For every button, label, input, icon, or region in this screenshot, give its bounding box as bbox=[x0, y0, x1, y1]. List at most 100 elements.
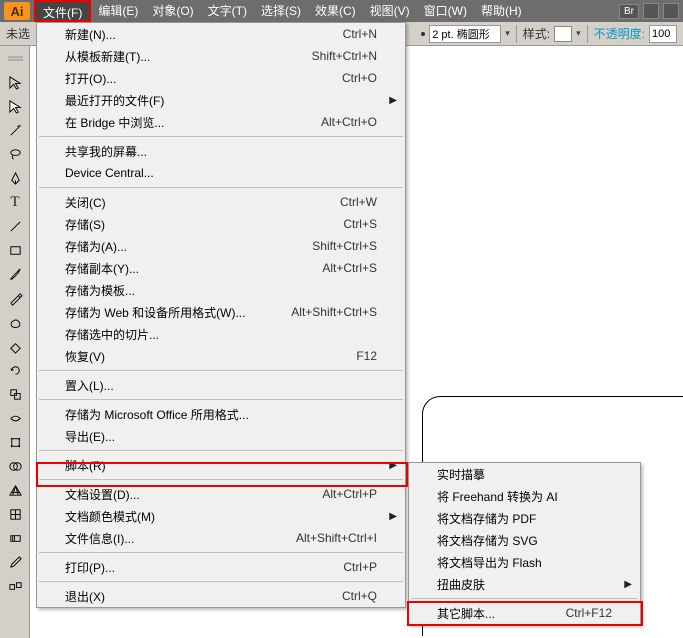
gradient-tool-icon[interactable] bbox=[0, 526, 30, 550]
menu-type[interactable]: 文字(T) bbox=[201, 0, 254, 22]
menu-window[interactable]: 窗口(W) bbox=[417, 0, 474, 22]
stroke-value-input[interactable] bbox=[429, 25, 501, 43]
file_menu-item[interactable]: 文档颜色模式(M)▶ bbox=[37, 505, 405, 527]
menu-item-shortcut: F12 bbox=[356, 349, 377, 363]
file_menu-item[interactable]: 共享我的屏幕... bbox=[37, 140, 405, 162]
menu-separator bbox=[39, 187, 403, 188]
submenu-arrow-icon: ▶ bbox=[389, 95, 397, 106]
file_menu-item[interactable]: 导出(E)... bbox=[37, 425, 405, 447]
menubar: Ai 文件(F) 编辑(E) 对象(O) 文字(T) 选择(S) 效果(C) 视… bbox=[0, 0, 683, 22]
menu-item-label: 存储为(A)... bbox=[65, 238, 312, 255]
blend-tool-icon[interactable] bbox=[0, 574, 30, 598]
file_menu-item[interactable]: 存储为模板... bbox=[37, 279, 405, 301]
file_menu-item[interactable]: 存储为 Web 和设备所用格式(W)...Alt+Shift+Ctrl+S bbox=[37, 301, 405, 323]
menu-item-label: 将文档导出为 Flash bbox=[437, 554, 612, 571]
blob-brush-tool-icon[interactable] bbox=[0, 310, 30, 334]
file_menu-item[interactable]: 脚本(R) ▶ bbox=[37, 454, 405, 476]
file_menu-item[interactable]: 新建(N)...Ctrl+N bbox=[37, 23, 405, 45]
style-swatch[interactable] bbox=[554, 26, 572, 42]
lasso-tool-icon[interactable] bbox=[0, 142, 30, 166]
menu-item-label: 存储为 Microsoft Office 所用格式... bbox=[65, 406, 377, 423]
file_menu-item[interactable]: 退出(X)Ctrl+Q bbox=[37, 585, 405, 607]
pencil-tool-icon[interactable] bbox=[0, 286, 30, 310]
file_menu-item[interactable]: 存储为(A)...Shift+Ctrl+S bbox=[37, 235, 405, 257]
menu-item-shortcut: Alt+Ctrl+O bbox=[321, 115, 377, 129]
file_menu-item[interactable]: 存储为 Microsoft Office 所用格式... bbox=[37, 403, 405, 425]
menu-separator bbox=[39, 450, 403, 451]
file-menu: 新建(N)...Ctrl+N从模板新建(T)...Shift+Ctrl+N打开(… bbox=[36, 22, 406, 608]
rectangle-tool-icon[interactable] bbox=[0, 238, 30, 262]
bridge-badge[interactable]: Br bbox=[619, 4, 639, 19]
menu-edit[interactable]: 编辑(E) bbox=[91, 0, 145, 22]
menu-view[interactable]: 视图(V) bbox=[363, 0, 417, 22]
rotate-tool-icon[interactable] bbox=[0, 358, 30, 382]
menu-select[interactable]: 选择(S) bbox=[254, 0, 308, 22]
line-tool-icon[interactable] bbox=[0, 214, 30, 238]
file_menu-item[interactable]: 打印(P)...Ctrl+P bbox=[37, 556, 405, 578]
shape-builder-tool-icon[interactable] bbox=[0, 454, 30, 478]
file_menu-item[interactable]: 存储副本(Y)...Alt+Ctrl+S bbox=[37, 257, 405, 279]
menu-item-label: 文档设置(D)... bbox=[65, 486, 322, 503]
file_menu-item[interactable]: 存储(S)Ctrl+S bbox=[37, 213, 405, 235]
menu-item-label: 脚本(R) bbox=[65, 457, 377, 474]
submenu-item[interactable]: 实时描摹 bbox=[409, 463, 640, 485]
menu-separator bbox=[39, 399, 403, 400]
chevron-down-icon[interactable]: ▾ bbox=[576, 28, 581, 39]
file_menu-item[interactable]: 从模板新建(T)...Shift+Ctrl+N bbox=[37, 45, 405, 67]
screen-mode-icon[interactable] bbox=[663, 3, 679, 19]
submenu-arrow-icon: ▶ bbox=[389, 511, 397, 522]
submenu-item[interactable]: 扭曲皮肤▶ bbox=[409, 573, 640, 595]
file_menu-item[interactable]: 在 Bridge 中浏览...Alt+Ctrl+O bbox=[37, 111, 405, 133]
perspective-grid-tool-icon[interactable] bbox=[0, 478, 30, 502]
selection-tool-icon[interactable] bbox=[0, 70, 30, 94]
submenu-item[interactable]: 将文档导出为 Flash bbox=[409, 551, 640, 573]
submenu-item[interactable]: 将文档存储为 SVG bbox=[409, 529, 640, 551]
submenu-item[interactable]: 将文档存储为 PDF bbox=[409, 507, 640, 529]
menu-separator bbox=[411, 598, 638, 599]
file_menu-item[interactable]: Device Central... bbox=[37, 162, 405, 184]
menu-help[interactable]: 帮助(H) bbox=[474, 0, 529, 22]
menu-item-label: 实时描摹 bbox=[437, 466, 612, 483]
file_menu-item[interactable]: 关闭(C)Ctrl+W bbox=[37, 191, 405, 213]
menu-item-label: 将 Freehand 转换为 AI bbox=[437, 488, 612, 505]
file_menu-item[interactable]: 恢复(V)F12 bbox=[37, 345, 405, 367]
magic-wand-tool-icon[interactable] bbox=[0, 118, 30, 142]
menu-object[interactable]: 对象(O) bbox=[145, 0, 200, 22]
eraser-tool-icon[interactable] bbox=[0, 334, 30, 358]
submenu-item[interactable]: 其它脚本...Ctrl+F12 bbox=[409, 602, 640, 624]
menu-item-label: 存储选中的切片... bbox=[65, 326, 377, 343]
chevron-down-icon[interactable]: ▾ bbox=[505, 28, 510, 39]
submenu-arrow-icon: ▶ bbox=[389, 460, 397, 471]
menu-item-shortcut: Alt+Shift+Ctrl+I bbox=[296, 531, 377, 545]
menu-item-label: 恢复(V) bbox=[65, 348, 356, 365]
file_menu-item[interactable]: 存储选中的切片... bbox=[37, 323, 405, 345]
file_menu-item[interactable]: 文档设置(D)...Alt+Ctrl+P bbox=[37, 483, 405, 505]
menu-item-shortcut: Ctrl+O bbox=[342, 71, 377, 85]
mesh-tool-icon[interactable] bbox=[0, 502, 30, 526]
width-tool-icon[interactable] bbox=[0, 406, 30, 430]
menu-item-label: 从模板新建(T)... bbox=[65, 48, 312, 65]
menu-file[interactable]: 文件(F) bbox=[34, 0, 91, 22]
file_menu-item[interactable]: 打开(O)...Ctrl+O bbox=[37, 67, 405, 89]
menu-item-label: 退出(X) bbox=[65, 588, 342, 605]
type-tool-icon[interactable]: T bbox=[0, 190, 30, 214]
file_menu-item[interactable]: 置入(L)... bbox=[37, 374, 405, 396]
submenu-item[interactable]: 将 Freehand 转换为 AI bbox=[409, 485, 640, 507]
menu-item-shortcut: Alt+Ctrl+P bbox=[322, 487, 377, 501]
menu-item-shortcut: Shift+Ctrl+N bbox=[312, 49, 377, 63]
opacity-input[interactable] bbox=[649, 25, 677, 43]
eyedropper-tool-icon[interactable] bbox=[0, 550, 30, 574]
free-transform-tool-icon[interactable] bbox=[0, 430, 30, 454]
pen-tool-icon[interactable] bbox=[0, 166, 30, 190]
menu-effect[interactable]: 效果(C) bbox=[308, 0, 363, 22]
style-label: 样式: bbox=[523, 25, 550, 42]
opacity-label[interactable]: 不透明度: bbox=[594, 25, 645, 42]
arrange-icon[interactable] bbox=[643, 3, 659, 19]
toolbox-grip[interactable] bbox=[0, 46, 30, 70]
menu-item-label: 打印(P)... bbox=[65, 559, 343, 576]
file_menu-item[interactable]: 文件信息(I)...Alt+Shift+Ctrl+I bbox=[37, 527, 405, 549]
paintbrush-tool-icon[interactable] bbox=[0, 262, 30, 286]
direct-selection-tool-icon[interactable] bbox=[0, 94, 30, 118]
file_menu-item[interactable]: 最近打开的文件(F)▶ bbox=[37, 89, 405, 111]
scale-tool-icon[interactable] bbox=[0, 382, 30, 406]
